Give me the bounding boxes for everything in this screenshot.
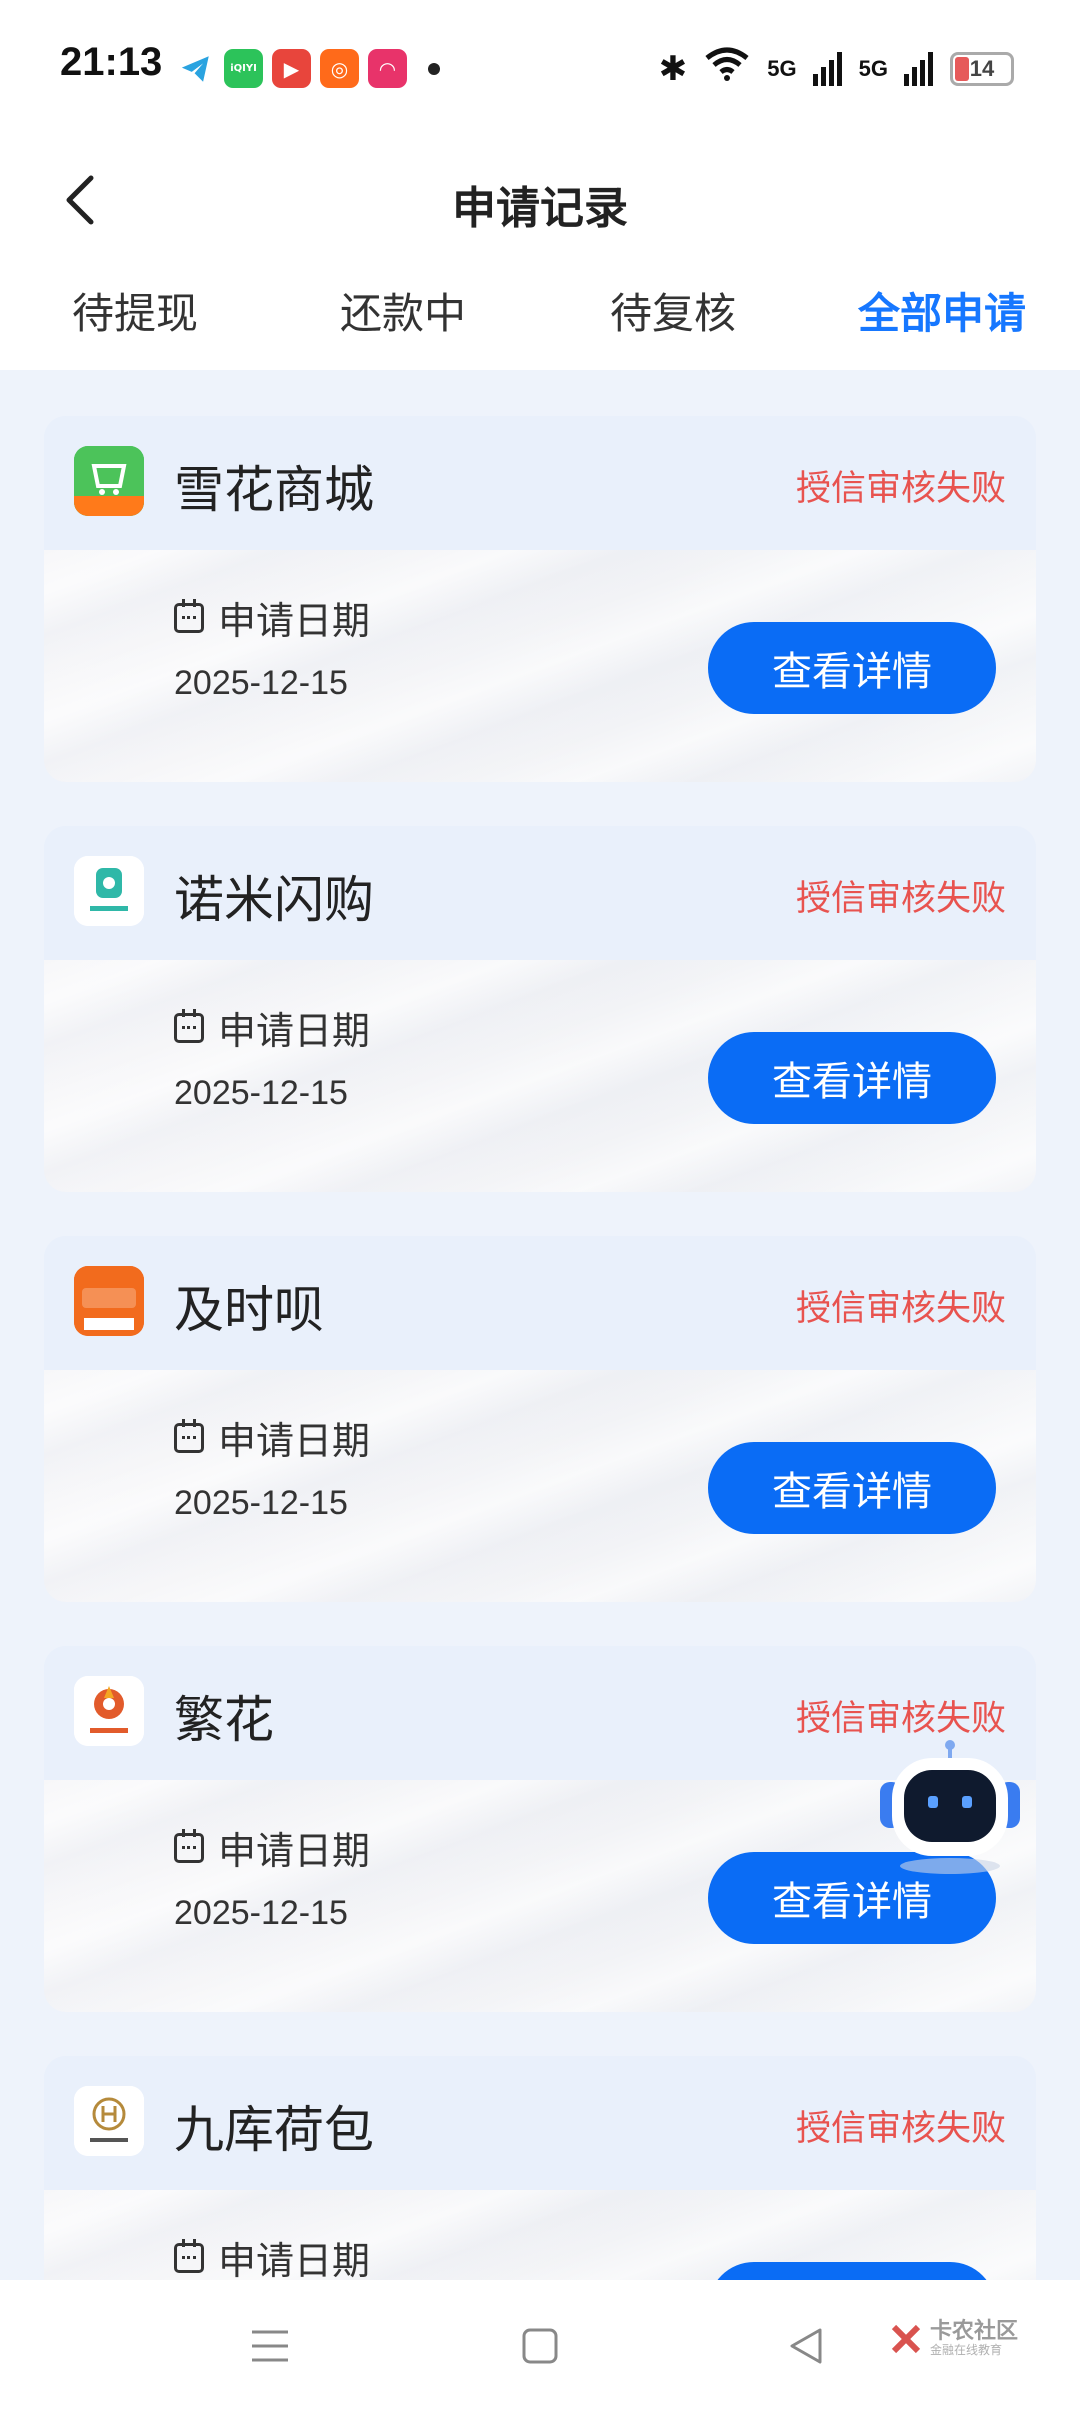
app-logo-icon xyxy=(74,2086,144,2156)
kuaishou-icon: ◎ xyxy=(320,49,359,88)
more-notifications-dot xyxy=(428,62,440,75)
signal-bars-1-icon xyxy=(812,51,842,86)
status-badge: 授信审核失败 xyxy=(795,2109,1006,2149)
card-body: 申请日期 2025-12-15 查看详情 xyxy=(44,960,1036,1192)
date-label-text: 申请日期 xyxy=(218,1009,371,1053)
date-label: 申请日期 xyxy=(174,2230,370,2285)
page-title: 申请记录 xyxy=(452,183,628,234)
card-header: 诺米闪购 授信审核失败 xyxy=(44,826,1036,960)
date-label: 申请日期 xyxy=(174,1000,370,1055)
application-card: 及时呗 授信审核失败 申请日期 2025-12-15 查看详情 xyxy=(44,1236,1036,1602)
battery-icon: 14 xyxy=(950,51,1014,86)
video-icon: ▶ xyxy=(272,49,311,88)
card-body: 申请日期 2025-12-15 查看详情 xyxy=(44,550,1036,782)
app-logo-icon xyxy=(74,1676,144,1746)
date-label-text: 申请日期 xyxy=(218,599,371,643)
bluetooth-icon: ✱ xyxy=(658,48,688,89)
watermark-subtitle: 金融在线教育 xyxy=(929,2343,1002,2358)
date-value: 2025-12-15 xyxy=(174,1074,348,1112)
tab-pending-withdraw[interactable]: 待提现 xyxy=(72,280,198,341)
back-triangle-icon[interactable] xyxy=(776,2316,836,2376)
app-logo-icon xyxy=(74,1266,144,1336)
status-bar: 21:13 iQIYI ▶ ◎ ◠ ✱ 5G 5G 14 xyxy=(0,0,1080,140)
calendar-icon xyxy=(174,1008,204,1043)
tab-pending-review[interactable]: 待复核 xyxy=(610,280,736,341)
app-name: 雪花商城 xyxy=(174,461,374,519)
date-label-text: 申请日期 xyxy=(218,1419,371,1463)
signal-1-label: 5G xyxy=(767,55,797,81)
signal-bars-2-icon xyxy=(904,51,933,86)
status-badge: 授信审核失败 xyxy=(795,469,1006,509)
card-header: 及时呗 授信审核失败 xyxy=(44,1236,1036,1370)
application-card: 雪花商城 授信审核失败 申请日期 2025-12-15 查看详情 xyxy=(44,416,1036,782)
header: 申请记录 待提现 还款中 待复核 全部申请 xyxy=(0,140,1080,370)
date-label: 申请日期 xyxy=(174,1410,370,1465)
system-nav-bar: 卡农社区 金融在线教育 xyxy=(0,2280,1080,2412)
calendar-icon xyxy=(174,2238,204,2273)
status-time: 21:13 xyxy=(60,40,163,84)
card-header: 九库荷包 授信审核失败 xyxy=(44,2056,1036,2190)
view-details-button[interactable]: 查看详情 xyxy=(708,1442,996,1534)
tab-bar: 待提现 还款中 待复核 全部申请 xyxy=(0,280,1080,360)
calendar-icon xyxy=(174,1418,204,1453)
watermark-logo-icon xyxy=(891,2324,921,2353)
calendar-icon xyxy=(174,598,204,633)
app-name: 九库荷包 xyxy=(174,2101,374,2159)
watermark: 卡农社区 金融在线教育 xyxy=(888,2319,1018,2358)
app-logo-icon xyxy=(74,446,144,516)
date-label: 申请日期 xyxy=(174,590,370,645)
home-icon[interactable] xyxy=(510,2316,570,2376)
iqiyi-icon: iQIYI xyxy=(224,49,263,88)
battery-level: 14 xyxy=(969,55,995,81)
calendar-icon xyxy=(174,1828,204,1863)
status-badge: 授信审核失败 xyxy=(795,1289,1006,1329)
app-name: 诺米闪购 xyxy=(174,871,374,929)
menu-icon[interactable] xyxy=(240,2316,300,2376)
app-icon: ◠ xyxy=(368,49,407,88)
date-value: 2025-12-15 xyxy=(174,664,348,702)
card-body: 申请日期 2025-12-15 查看详情 xyxy=(44,1370,1036,1602)
system-icons: ✱ 5G 5G 14 xyxy=(659,46,1014,91)
date-value: 2025-12-15 xyxy=(174,1894,348,1932)
signal-2-label: 5G xyxy=(858,55,888,81)
wifi-icon xyxy=(703,46,751,91)
status-badge: 授信审核失败 xyxy=(795,879,1006,919)
notification-icons: iQIYI ▶ ◎ ◠ xyxy=(176,49,440,88)
card-header: 雪花商城 授信审核失败 xyxy=(44,416,1036,550)
tab-repaying[interactable]: 还款中 xyxy=(340,280,466,341)
tab-all-applications[interactable]: 全部申请 xyxy=(858,280,1026,341)
view-details-button[interactable]: 查看详情 xyxy=(708,1032,996,1124)
view-details-button[interactable]: 查看详情 xyxy=(708,622,996,714)
app-logo-icon xyxy=(74,856,144,926)
status-badge: 授信审核失败 xyxy=(795,1699,1006,1739)
application-card: 诺米闪购 授信审核失败 申请日期 2025-12-15 查看详情 xyxy=(44,826,1036,1192)
watermark-title: 卡农社区 xyxy=(929,2319,1018,2344)
app-name: 繁花 xyxy=(174,1691,274,1749)
date-label-text: 申请日期 xyxy=(218,2239,371,2283)
date-label-text: 申请日期 xyxy=(218,1829,371,1873)
date-label: 申请日期 xyxy=(174,1820,370,1875)
telegram-icon xyxy=(176,49,215,88)
app-name: 及时呗 xyxy=(174,1281,324,1339)
assistant-robot-icon[interactable] xyxy=(870,1738,1030,1878)
date-value: 2025-12-15 xyxy=(174,1484,348,1522)
